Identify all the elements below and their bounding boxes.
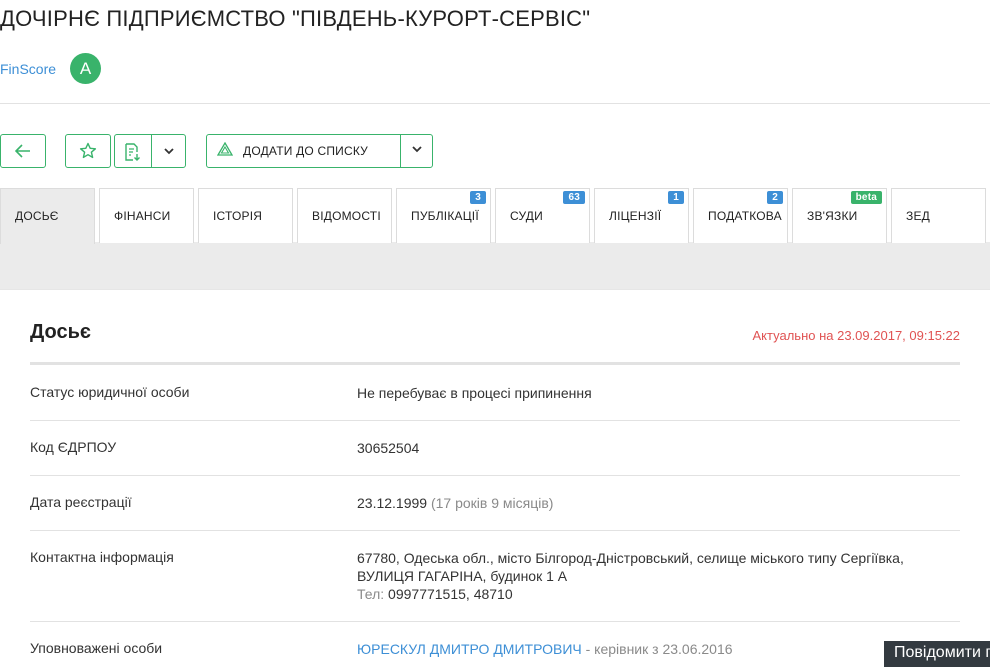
tab-label: ЗВ'ЯЗКИ [807,209,858,223]
row-registration-date: Дата реєстрації 23.12.1999 (17 років 9 м… [30,476,960,531]
triangle-logo-icon [216,141,234,161]
person-role: - керівник з 23.06.2016 [585,641,733,657]
row-legal-status: Статус юридичної особи Не перебуває в пр… [30,365,960,421]
row-label: Код ЄДРПОУ [30,439,117,455]
finscore: FinScore A [0,53,102,84]
chevron-down-icon [410,142,424,161]
tab-records[interactable]: ВІДОМОСТІ [297,188,392,243]
address-line-2: ВУЛИЦЯ ГАГАРІНА, будинок 1 А [357,568,568,584]
tab-beta-badge: beta [850,191,882,204]
tab-label: ПОДАТКОВА [708,209,782,223]
row-edrpou: Код ЄДРПОУ 30652504 [30,421,960,476]
registration-date: 23.12.1999 [357,495,428,511]
tabs-band [0,242,990,289]
finscore-link[interactable]: FinScore [0,61,56,77]
tab-courts[interactable]: СУДИ 63 [495,188,590,243]
tab-dossier[interactable]: ДОСЬЄ [0,188,95,244]
registration-age: (17 років 9 місяців) [430,495,554,511]
tab-foreign-trade[interactable]: ЗЕД [891,188,986,243]
document-download-icon[interactable] [123,142,143,162]
tab-label: ІСТОРІЯ [213,209,263,223]
export-separator [151,134,152,168]
person-link[interactable]: ЮРЕСКУЛ ДМИТРО ДМИТРОВИЧ [357,641,582,657]
tab-finances[interactable]: ФІНАНСИ [99,188,194,243]
company-title: ДОЧІРНЄ ПІДПРИЄМСТВО "ПІВДЕНЬ-КУРОРТ-СЕР… [0,6,591,31]
tab-label: ДОСЬЄ [15,209,59,223]
report-button[interactable]: Повідомити п [884,641,990,667]
favorite-button[interactable] [65,134,111,168]
export-group [114,134,186,168]
add-to-list-label: ДОДАТИ ДО СПИСКУ [243,144,369,158]
tab-count-badge: 3 [470,191,486,204]
chevron-down-icon[interactable] [162,144,176,158]
phone-value: 0997771515, 48710 [388,586,513,602]
phone: Тел: 0997771515, 48710 [357,585,904,603]
tab-licenses[interactable]: ЛІЦЕНЗІЇ 1 [594,188,689,243]
updated-timestamp: Актуально на 23.09.2017, 09:15:22 [752,328,960,343]
phone-label: Тел: [357,586,385,602]
tab-connections[interactable]: ЗВ'ЯЗКИ beta [792,188,887,243]
add-to-list-button[interactable]: ДОДАТИ ДО СПИСКУ [207,135,400,167]
header-divider [0,103,990,104]
tab-label: ПУБЛІКАЦІЇ [411,209,479,223]
tab-count-badge: 1 [668,191,684,204]
tab-count-badge: 63 [563,191,585,204]
tab-label: СУДИ [510,209,543,223]
row-authorized-persons: Уповноважені особи ЮРЕСКУЛ ДМИТРО ДМИТРО… [30,622,960,667]
dossier-card: Досьє Актуально на 23.09.2017, 09:15:22 … [0,289,990,667]
address-line-1: 67780, Одеська обл., місто Білгород-Дніс… [357,550,904,566]
finscore-grade-badge: A [70,53,102,84]
star-icon [79,142,97,160]
row-value: 23.12.1999 (17 років 9 місяців) [357,494,553,512]
tab-count-badge: 2 [767,191,783,204]
row-value: 30652504 [357,440,420,456]
tab-tax[interactable]: ПОДАТКОВА 2 [693,188,788,243]
tab-label: ЗЕД [906,209,930,223]
row-value: ЮРЕСКУЛ ДМИТРО ДМИТРОВИЧ - керівник з 23… [357,640,733,658]
row-label: Дата реєстрації [30,494,132,510]
tab-history[interactable]: ІСТОРІЯ [198,188,293,243]
dossier-title: Досьє [30,321,91,343]
tab-label: ЛІЦЕНЗІЇ [609,209,662,223]
row-value: Не перебуває в процесі припинення [357,385,592,401]
tab-publications[interactable]: ПУБЛІКАЦІЇ 3 [396,188,491,243]
arrow-left-icon [15,144,31,158]
row-value: 67780, Одеська обл., місто Білгород-Дніс… [357,549,904,603]
tab-label: ВІДОМОСТІ [312,209,381,223]
row-label: Контактна інформація [30,549,174,565]
back-button[interactable] [0,134,46,168]
row-label: Уповноважені особи [30,640,163,656]
add-to-list-group: ДОДАТИ ДО СПИСКУ [206,134,433,168]
add-to-list-dropdown[interactable] [400,135,432,167]
row-label: Статус юридичної особи [30,384,190,400]
row-contact-info: Контактна інформація 67780, Одеська обл.… [30,531,960,622]
tab-label: ФІНАНСИ [114,209,171,223]
